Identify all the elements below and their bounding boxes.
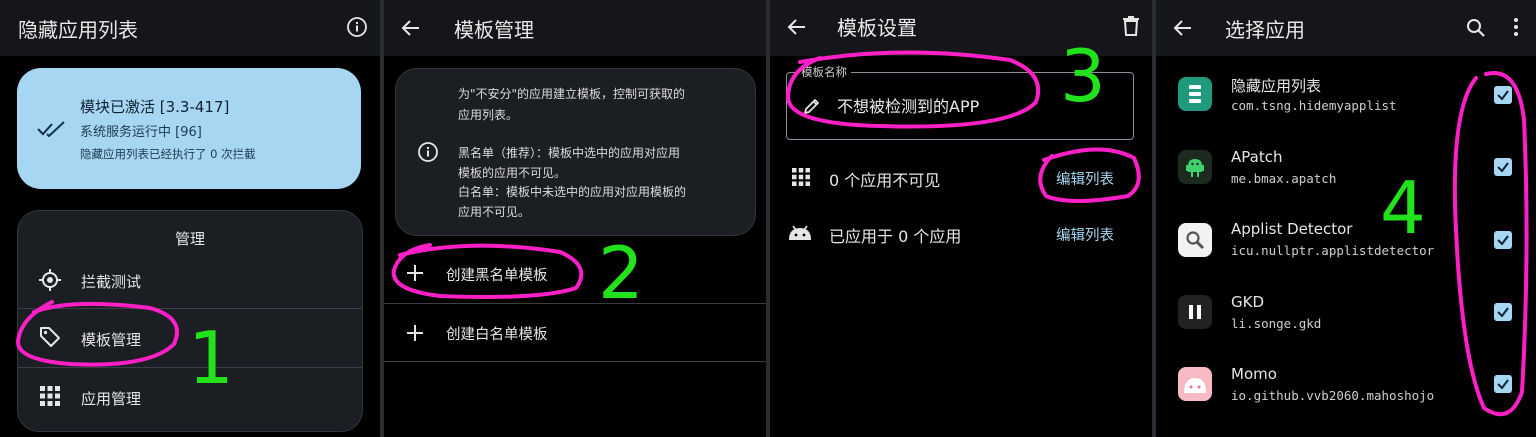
info-line: 为"不安分"的应用建立模板，控制可获取的 xyxy=(458,87,686,101)
apatch-app-icon xyxy=(1178,150,1212,184)
menu-item-intercept-test[interactable]: 拦截测试 xyxy=(18,252,362,309)
page-title: 模板管理 xyxy=(454,18,534,42)
top-app-bar: 选择应用 xyxy=(1156,0,1536,56)
app-package: com.tsng.hidemyapplist xyxy=(1231,98,1397,113)
menu-item-label: 应用管理 xyxy=(81,390,142,408)
info-line: 白名单：模板中未选中的应用对应用模板的 xyxy=(458,185,687,199)
service-status-text: 系统服务运行中 [96] xyxy=(80,125,202,140)
template-name-value: 不想被检测到的APP xyxy=(837,97,980,116)
intercept-count-text: 隐藏应用列表已经执行了 0 次拦截 xyxy=(80,147,256,161)
page-title: 模板设置 xyxy=(837,16,917,40)
step-number-1: 1 xyxy=(188,316,234,400)
field-label: 模板名称 xyxy=(797,64,851,80)
manage-header: 管理 xyxy=(174,230,205,248)
search-icon[interactable] xyxy=(1466,18,1486,38)
edit-pencil-icon xyxy=(804,99,819,114)
info-card: 为"不安分"的应用建立模板，控制可获取的 应用列表。 黑名单（推荐）：模板中选中… xyxy=(395,68,756,236)
panel-template-manage: 模板管理 为"不安分"的应用建立模板，控制可获取的 应用列表。 黑名单（推荐）：… xyxy=(384,0,766,437)
check-icon xyxy=(1497,307,1509,318)
applied-apps-count: 已应用于 0 个应用 xyxy=(829,227,962,246)
info-line: 应用不可见。 xyxy=(458,205,531,219)
create-whitelist-template-button[interactable]: 创建白名单模板 xyxy=(384,305,766,359)
check-icon xyxy=(1497,162,1509,173)
app-title: 隐藏应用列表 xyxy=(18,18,138,42)
app-list-item[interactable]: Applist Detector icu.nullptr.applistdete… xyxy=(1156,203,1536,276)
info-line: 应用列表。 xyxy=(458,108,519,122)
app-name: Momo xyxy=(1231,365,1277,383)
app-checkbox[interactable] xyxy=(1494,375,1512,393)
back-arrow-icon[interactable] xyxy=(787,17,807,37)
app-checkbox[interactable] xyxy=(1494,231,1512,249)
grid-icon xyxy=(40,386,60,406)
edit-list-button[interactable]: 编辑列表 xyxy=(1056,224,1114,245)
info-icon xyxy=(418,142,438,162)
app-name: APatch xyxy=(1231,148,1283,166)
tag-icon xyxy=(40,327,60,347)
app-checkbox[interactable] xyxy=(1494,303,1512,321)
create-blacklist-template-button[interactable]: 创建黑名单模板 xyxy=(384,245,766,301)
menu-item-label: 模板管理 xyxy=(81,331,142,349)
invisible-apps-row: 0 个应用不可见 编辑列表 xyxy=(770,150,1152,204)
check-icon xyxy=(1497,379,1509,390)
android-icon xyxy=(789,225,811,240)
info-line: 黑名单（推荐）：模板中选中的应用对应用 xyxy=(458,146,681,160)
app-checkbox[interactable] xyxy=(1494,86,1512,104)
action-label: 创建白名单模板 xyxy=(446,327,548,343)
momo-app-icon xyxy=(1178,367,1212,401)
module-status-card[interactable]: 模块已激活 [3.3-417] 系统服务运行中 [96] 隐藏应用列表已经执行了… xyxy=(17,68,361,189)
applied-apps-row: 已应用于 0 个应用 编辑列表 xyxy=(770,206,1152,260)
double-check-icon xyxy=(37,121,65,138)
app-package: io.github.vvb2060.mahoshojo xyxy=(1231,388,1435,403)
app-package: li.songe.gkd xyxy=(1231,316,1322,331)
edit-list-button[interactable]: 编辑列表 xyxy=(1056,168,1114,189)
app-list-item[interactable]: APatch me.bmax.apatch xyxy=(1156,131,1536,203)
action-label: 创建黑名单模板 xyxy=(446,268,548,284)
plus-icon xyxy=(407,325,423,341)
app-list-item[interactable]: GKD li.songe.gkd xyxy=(1156,276,1536,348)
page-title: 选择应用 xyxy=(1225,18,1305,42)
app-list-item[interactable]: 隐藏应用列表 com.tsng.hidemyapplist xyxy=(1156,58,1536,131)
hidemyapplist-app-icon xyxy=(1178,77,1212,111)
more-vert-icon[interactable] xyxy=(1513,17,1519,37)
back-arrow-icon[interactable] xyxy=(1173,18,1193,38)
panel-select-apps: 选择应用 隐藏应用列表 com.tsng.hidemyapplist APatc… xyxy=(1156,0,1536,437)
top-app-bar: 模板管理 xyxy=(384,0,766,56)
app-name: GKD xyxy=(1231,293,1265,311)
app-package: me.bmax.apatch xyxy=(1231,171,1337,186)
divider xyxy=(384,303,766,304)
invisible-apps-count: 0 个应用不可见 xyxy=(829,171,941,190)
plus-icon xyxy=(407,265,423,281)
back-arrow-icon[interactable] xyxy=(401,18,421,38)
info-line: 模板的应用不可见。 xyxy=(458,166,567,180)
info-icon[interactable] xyxy=(346,16,368,38)
top-app-bar: 隐藏应用列表 xyxy=(0,0,380,56)
delete-icon[interactable] xyxy=(1123,16,1139,36)
applist-detector-app-icon xyxy=(1178,223,1212,257)
module-status-title: 模块已激活 [3.3-417] xyxy=(80,98,230,116)
app-checkbox[interactable] xyxy=(1494,158,1512,176)
check-icon xyxy=(1497,235,1509,246)
step-number-2: 2 xyxy=(598,231,644,315)
app-name: 隐藏应用列表 xyxy=(1231,77,1322,95)
menu-item-label: 拦截测试 xyxy=(81,273,142,291)
step-number-4: 4 xyxy=(1380,166,1426,250)
step-number-3: 3 xyxy=(1060,34,1106,118)
app-list-item[interactable]: Momo io.github.vvb2060.mahoshojo xyxy=(1156,348,1536,421)
gkd-app-icon xyxy=(1178,295,1212,329)
divider xyxy=(384,361,766,362)
app-name: Applist Detector xyxy=(1231,220,1353,238)
grid-icon xyxy=(792,168,810,186)
target-icon xyxy=(39,269,61,291)
check-icon xyxy=(1497,90,1509,101)
